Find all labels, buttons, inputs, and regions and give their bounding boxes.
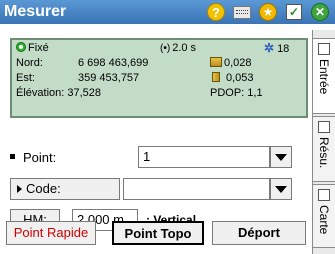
point-input[interactable]: 1 — [138, 146, 270, 168]
elevation-row: Élévation: 37,528 — [16, 87, 102, 99]
horizontal-precision: 0,028 — [210, 57, 252, 70]
expand-arrow-icon — [17, 185, 22, 193]
fix-status: Fixé — [16, 42, 49, 55]
tab-entree[interactable]: Entrée — [313, 38, 335, 114]
code-input[interactable] — [123, 178, 270, 200]
offset-button[interactable]: Déport — [212, 221, 306, 245]
code-button[interactable]: Code: — [10, 178, 120, 200]
point-dropdown-button[interactable] — [270, 146, 292, 168]
keyboard-icon[interactable] — [231, 1, 253, 23]
est-row: Est: 359 453,757 — [16, 72, 140, 84]
point-row: Point: — [10, 150, 56, 165]
table-icon — [318, 121, 330, 133]
nord-row: Nord: 6 698 463,699 — [16, 57, 149, 69]
gnss-status-panel[interactable]: Fixé (•) 2.0 s ✲ 18 Nord: 6 698 463,699 0,0… — [10, 38, 308, 118]
title-bar: Mesurer ? ★ ✓ ✕ — [0, 0, 335, 24]
quick-point-button[interactable]: Point Rapide — [6, 221, 96, 245]
radio-icon: (•) — [160, 43, 171, 54]
horizontal-precision-icon — [210, 57, 222, 67]
settings-check-icon[interactable]: ✓ — [283, 1, 305, 23]
tab-carte[interactable]: Carte — [313, 184, 335, 248]
bullet-icon — [10, 154, 15, 159]
chevron-down-icon — [275, 153, 287, 161]
window-title: Mesurer — [4, 3, 67, 20]
topo-point-button[interactable]: Point Topo — [112, 221, 204, 245]
point-label: Point: — [23, 150, 57, 165]
chevron-down-icon — [275, 185, 287, 193]
satellite-icon: ✲ — [264, 41, 275, 55]
help-icon[interactable]: ? — [205, 1, 227, 23]
tab-resultats[interactable]: Résu. — [313, 116, 335, 182]
satellite-count: ✲ 18 — [264, 41, 290, 56]
pdop-row: PDOP: 1,1 — [210, 87, 263, 99]
entry-icon — [318, 43, 330, 55]
vertical-precision: 0,053 — [210, 72, 254, 85]
close-icon[interactable]: ✕ — [309, 1, 331, 23]
map-icon — [318, 189, 330, 201]
fix-status-icon — [16, 42, 26, 52]
side-tabs: Entrée Résu. Carte — [312, 30, 335, 254]
vertical-precision-icon — [212, 72, 220, 82]
radio-latency: (•) 2.0 s — [160, 42, 197, 54]
code-dropdown-button[interactable] — [270, 178, 292, 200]
favorites-icon[interactable]: ★ — [257, 1, 279, 23]
